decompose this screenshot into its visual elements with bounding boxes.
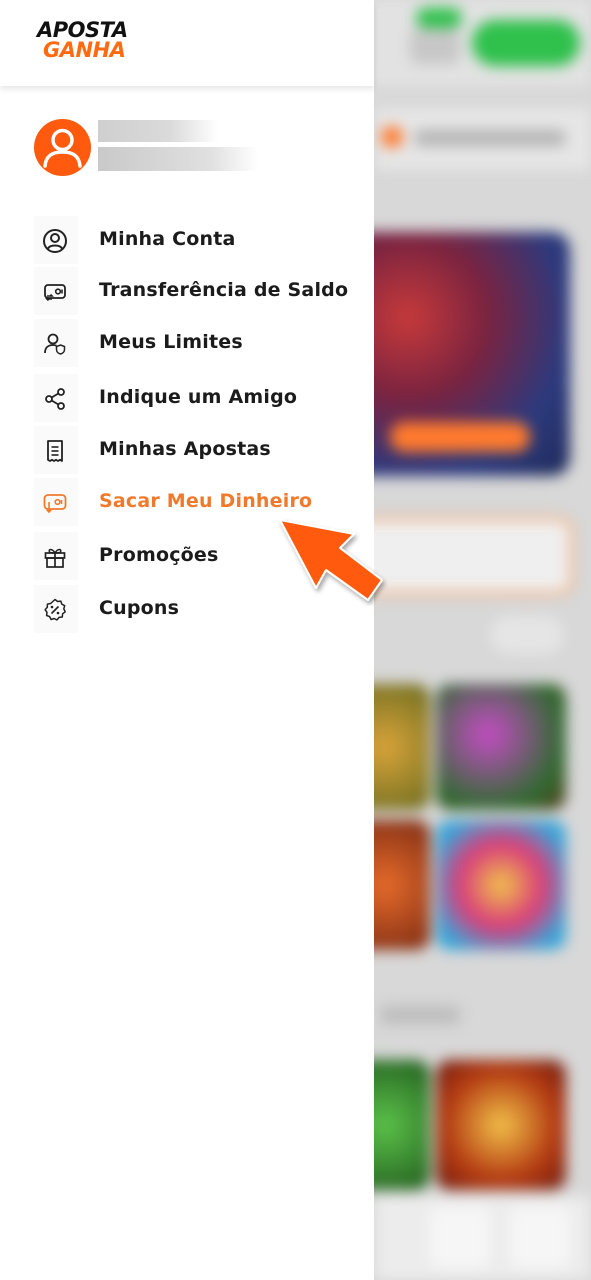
- menu-item-label: Indique um Amigo: [99, 386, 298, 408]
- menu-item-minhas-apostas[interactable]: Minhas Apostas: [34, 426, 354, 474]
- menu-item-label: Cupons: [99, 597, 180, 619]
- background-filter-pill: [490, 616, 564, 654]
- background-nav-button: [510, 1206, 570, 1268]
- menu-item-label: Minhas Apostas: [99, 438, 271, 460]
- menu-item-label: Minha Conta: [99, 228, 236, 250]
- redacted-username: [98, 120, 218, 142]
- pointer-arrow-icon: [279, 519, 383, 601]
- coupon-icon: [34, 585, 78, 633]
- background-section-label: [380, 1006, 460, 1024]
- share-icon: [34, 374, 78, 422]
- side-drawer: APOSTA GANHA Minha Conta Transferência d…: [0, 0, 374, 1280]
- background-nav-button: [430, 1206, 490, 1268]
- background-category-icon: [381, 126, 403, 148]
- menu-item-label: Transferência de Saldo: [99, 279, 349, 301]
- withdraw-icon: [34, 478, 78, 526]
- background-deposit-button: [472, 20, 580, 66]
- user-circle-icon: [34, 216, 78, 264]
- user-profile[interactable]: [34, 118, 354, 178]
- menu-item-meus-limites[interactable]: Meus Limites: [34, 319, 354, 367]
- menu-item-indique-um-amigo[interactable]: Indique um Amigo: [34, 374, 354, 422]
- menu-item-label: Sacar Meu Dinheiro: [99, 490, 313, 512]
- brand-logo[interactable]: APOSTA GANHA: [37, 20, 153, 64]
- avatar: [34, 119, 91, 176]
- background-balance-chip: [416, 8, 462, 28]
- background-category-text: [415, 130, 565, 146]
- brand-logo-line2: GANHA: [43, 38, 126, 62]
- background-wallet-pill: [410, 28, 460, 64]
- background-category-strip: [375, 108, 591, 170]
- redacted-user-id: [98, 147, 258, 171]
- ticket-icon: [34, 426, 78, 474]
- menu-item-label: Meus Limites: [99, 331, 243, 353]
- gift-icon: [34, 532, 78, 580]
- menu-item-label: Promoções: [99, 544, 219, 566]
- background-game-tile: [436, 1060, 566, 1190]
- menu-item-transferencia-de-saldo[interactable]: Transferência de Saldo: [34, 267, 354, 315]
- drawer-header: APOSTA GANHA: [0, 0, 374, 86]
- background-hero-cta: [390, 422, 530, 452]
- background-game-tile: [436, 820, 566, 950]
- user-avatar-icon: [43, 128, 82, 168]
- transfer-icon: [34, 267, 78, 315]
- user-shield-icon: [34, 319, 78, 367]
- background-game-tile: [436, 684, 566, 810]
- menu-item-minha-conta[interactable]: Minha Conta: [34, 216, 354, 264]
